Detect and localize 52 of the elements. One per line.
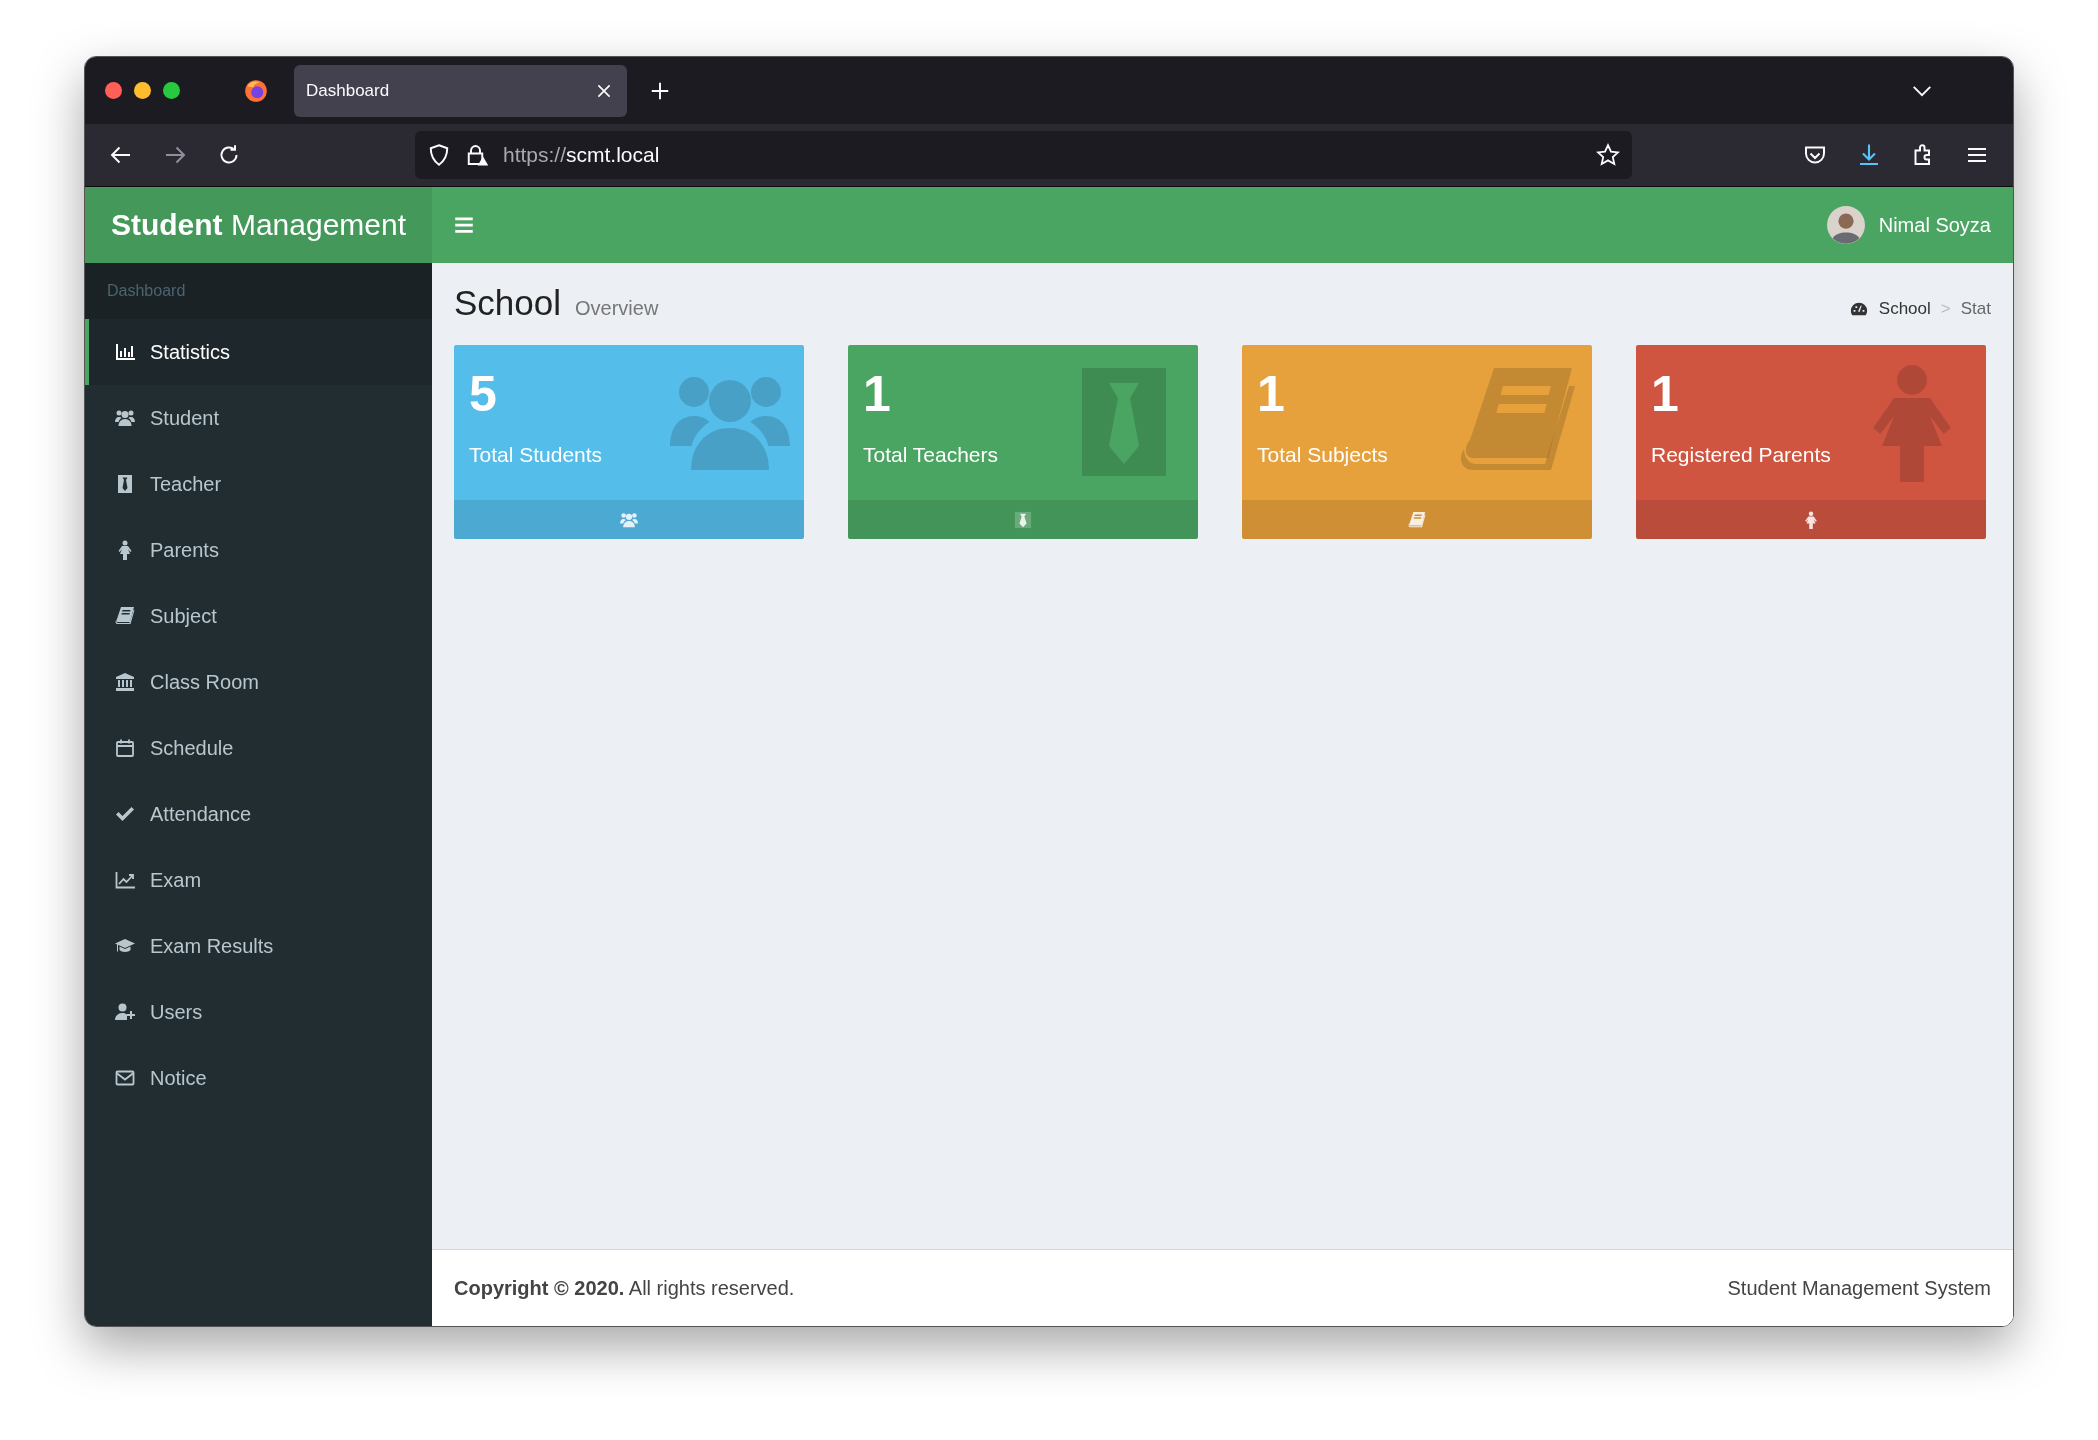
stat-count: 1 [1257,365,1286,423]
maximize-window-button[interactable] [163,82,180,99]
close-window-button[interactable] [105,82,122,99]
star-icon[interactable] [1596,143,1620,167]
stat-label: Total Students [469,443,603,467]
address-bar[interactable]: https://scmt.local [415,131,1632,179]
sidebar-item[interactable]: Exam Results [85,913,432,979]
line-chart-icon [114,870,136,890]
stat-label: Registered Parents [1651,443,1831,467]
system-name: Student Management System [1727,1276,1991,1300]
page-subtitle: Overview [575,297,659,320]
minimize-window-button[interactable] [134,82,151,99]
shield-icon [427,143,451,167]
sidebar-item[interactable]: Class Room [85,649,432,715]
page-title: School [454,283,562,323]
book-icon [114,606,136,626]
sidebar-item[interactable]: Statistics [85,319,432,385]
building-icon [114,672,136,692]
bar-chart-icon [114,342,136,362]
stat-count: 1 [1651,365,1680,423]
stat-label: Total Teachers [863,443,999,467]
sidebar-heading: Dashboard [85,263,432,319]
user-plus-icon [114,1002,136,1022]
sidebar-item[interactable]: Teacher [85,451,432,517]
avatar-icon [1826,206,1865,244]
sidebar-item[interactable]: Subject [85,583,432,649]
users-icon [619,510,639,529]
calendar-icon [114,738,136,758]
brand-logo[interactable]: Student Management [110,208,407,242]
sidebar-item[interactable]: Schedule [85,715,432,781]
browser-logo-icon [244,78,268,103]
book-icon [1407,510,1427,529]
envelope-icon [114,1068,136,1088]
stat-label: Total Subjects [1257,443,1388,467]
sidebar-item[interactable]: Parents [85,517,432,583]
necktie-icon [1013,510,1033,529]
stat-count: 1 [863,365,892,423]
sidebar-item[interactable]: Users [85,979,432,1045]
browser-tab[interactable]: Dashboard [294,64,627,117]
sidebar-item[interactable]: Notice [85,1045,432,1111]
breadcrumb-separator: > [1940,299,1951,319]
copyright-text: Copyright © 2020. All rights reserved. [454,1276,795,1300]
stat-count: 5 [469,365,498,423]
checkmark-icon [114,804,136,824]
users-icon [114,408,136,428]
sidebar-item[interactable]: Student [85,385,432,451]
sidebar-item[interactable]: Exam [85,847,432,913]
sidebar-item[interactable]: Attendance [85,781,432,847]
dashboard-gauge-icon [1848,300,1869,318]
download-icon[interactable] [1857,143,1881,167]
breadcrumb-link[interactable]: School [1878,299,1931,319]
lock-warning-icon [465,143,489,167]
